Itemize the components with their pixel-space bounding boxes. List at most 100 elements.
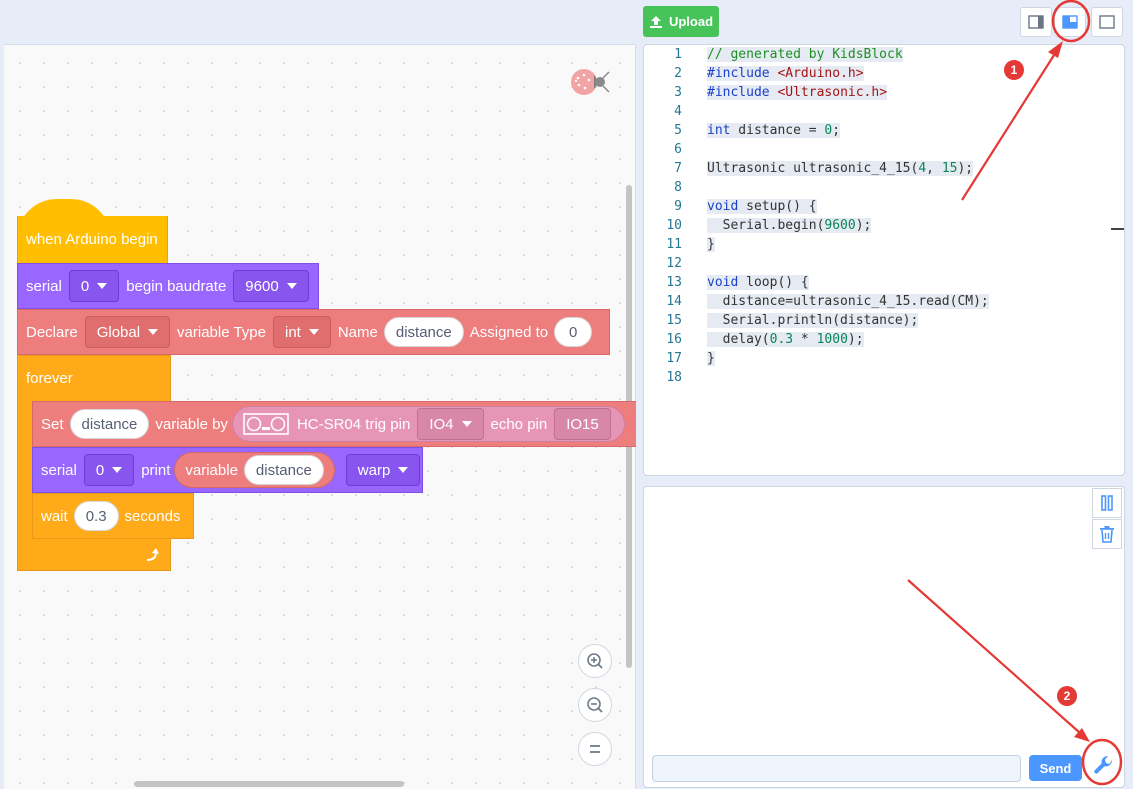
when-arduino-begin-block[interactable]: when Arduino begin — [17, 216, 168, 264]
code-text: } — [707, 237, 715, 252]
line-number: 1 — [674, 47, 682, 62]
block-label: wait — [41, 507, 68, 525]
code-line: 9 void setup() { — [643, 197, 1123, 216]
wait-block[interactable]: wait 0.3 seconds — [32, 493, 194, 539]
dropdown-value: 9600 — [245, 277, 279, 295]
code-line: 2 #include <Arduino.h> — [643, 64, 1123, 83]
layout-code-right-button[interactable] — [1020, 7, 1052, 37]
serial-port-dropdown[interactable]: 0 — [68, 270, 120, 302]
baudrate-dropdown[interactable]: 9600 — [233, 270, 309, 302]
code-text: #include <Arduino.h> — [707, 66, 864, 81]
code-line: 16 delay(0.3 * 1000); — [643, 330, 1123, 349]
line-number: 17 — [666, 351, 682, 366]
block-label: variable Type — [177, 323, 266, 341]
dropdown-value: warp — [357, 461, 391, 479]
code-text: // generated by KidsBlock — [707, 47, 903, 62]
print-mode-dropdown[interactable]: warp — [345, 454, 421, 486]
set-variable-block[interactable]: Set distance variable by HC-SR04 trig pi… — [32, 401, 636, 447]
upload-button[interactable]: Upload — [643, 6, 719, 37]
dropdown-value: 0 — [95, 461, 105, 479]
layout-split-button[interactable] — [1054, 7, 1086, 37]
pause-button[interactable] — [1092, 488, 1122, 518]
code-text: Serial.println(distance); — [707, 313, 919, 328]
code-line: 13 void loop() { — [643, 273, 1123, 292]
code-line: 12 — [643, 254, 1123, 273]
initial-value-field[interactable]: 0 — [554, 317, 593, 347]
code-line: 17} — [643, 349, 1123, 368]
layout-split-icon — [1062, 15, 1078, 29]
line-number: 2 — [674, 66, 682, 81]
line-number: 18 — [666, 370, 682, 385]
wrench-icon — [1094, 755, 1113, 774]
variable-reporter[interactable]: variable distance — [174, 452, 335, 488]
code-line: 3 #include <Ultrasonic.h> — [643, 83, 1123, 102]
code-text: Ultrasonic ultrasonic_4_15(4, 15); — [707, 161, 974, 176]
loop-arrow-icon — [146, 547, 159, 561]
serial-print-block[interactable]: serial 0 print variable distance warp — [32, 447, 423, 493]
line-number: 7 — [674, 161, 682, 176]
echo-pin-dropdown[interactable]: IO15 — [554, 408, 611, 440]
upload-label: Upload — [668, 14, 714, 29]
line-number: 11 — [666, 237, 682, 252]
caret-down-icon — [308, 329, 319, 335]
line-number: 3 — [674, 85, 682, 100]
print-port-dropdown[interactable]: 0 — [83, 454, 135, 486]
reporter-variable-field[interactable]: distance — [243, 455, 324, 485]
code-line: 7 Ultrasonic ultrasonic_4_15(4, 15); — [643, 159, 1123, 178]
ladybug-icon[interactable] — [567, 66, 613, 100]
dropdown-value: Global — [96, 323, 141, 341]
layout-code-right-icon — [1028, 15, 1044, 29]
serial-begin-block[interactable]: serial 0 begin baudrate 9600 — [17, 263, 319, 309]
serial-send-input[interactable] — [652, 755, 1021, 782]
line-number: 8 — [674, 180, 682, 195]
layout-full-button[interactable] — [1091, 7, 1123, 37]
zoom-out-button[interactable] — [578, 688, 612, 722]
block-label: Name — [337, 323, 378, 341]
set-variable-name-field[interactable]: distance — [69, 409, 150, 439]
send-button[interactable]: Send — [1029, 755, 1082, 781]
code-line: 5 int distance = 0; — [643, 121, 1123, 140]
type-dropdown[interactable]: int — [273, 316, 331, 348]
clear-output-button[interactable] — [1092, 519, 1122, 549]
code-line: 8 — [643, 178, 1123, 197]
line-number: 15 — [666, 313, 682, 328]
code-text: #include <Ultrasonic.h> — [707, 85, 888, 100]
code-text: void loop() { — [707, 275, 809, 290]
caret-down-icon — [286, 283, 297, 289]
code-text: int distance = 0; — [707, 123, 841, 138]
zoom-in-button[interactable] — [578, 644, 612, 678]
line-number: 6 — [674, 142, 682, 157]
workspace-edge — [0, 44, 4, 789]
zoom-in-icon — [587, 653, 603, 669]
scope-dropdown[interactable]: Global — [84, 316, 171, 348]
caret-down-icon — [398, 467, 409, 473]
code-line: 4 — [643, 102, 1123, 121]
line-number: 4 — [674, 104, 682, 119]
line-number: 5 — [674, 123, 682, 138]
block-label: Assigned to — [469, 323, 549, 341]
block-label: serial — [41, 461, 77, 479]
workspace-horizontal-scrollbar[interactable] — [134, 781, 404, 787]
declare-variable-block[interactable]: Declare Global variable Type int Name di… — [17, 309, 610, 355]
variable-name-field[interactable]: distance — [383, 317, 464, 347]
block-label: when Arduino begin — [26, 231, 158, 248]
zoom-reset-button[interactable] — [578, 732, 612, 766]
line-number: 14 — [666, 294, 682, 309]
block-label: print — [141, 461, 171, 479]
line-number: 13 — [666, 275, 682, 290]
block-label: begin baudrate — [126, 277, 227, 295]
trig-pin-dropdown[interactable]: IO4 — [417, 408, 484, 440]
upload-icon — [649, 15, 662, 28]
code-line: 1 // generated by KidsBlock — [643, 45, 1123, 64]
dropdown-value: IO15 — [566, 415, 599, 433]
line-number: 9 — [674, 199, 682, 214]
forever-block[interactable]: forever — [17, 355, 171, 401]
code-text: void setup() { — [707, 199, 817, 214]
serial-settings-button[interactable] — [1089, 751, 1119, 781]
reporter-label: variable — [185, 461, 238, 479]
wait-duration-field[interactable]: 0.3 — [73, 501, 119, 531]
code-line: 10 Serial.begin(9600); — [643, 216, 1123, 235]
reporter-label: HC-SR04 trig pin — [296, 415, 411, 433]
ultrasonic-reporter[interactable]: HC-SR04 trig pin IO4 echo pin IO15 — [231, 406, 625, 442]
line-number: 12 — [666, 256, 682, 271]
